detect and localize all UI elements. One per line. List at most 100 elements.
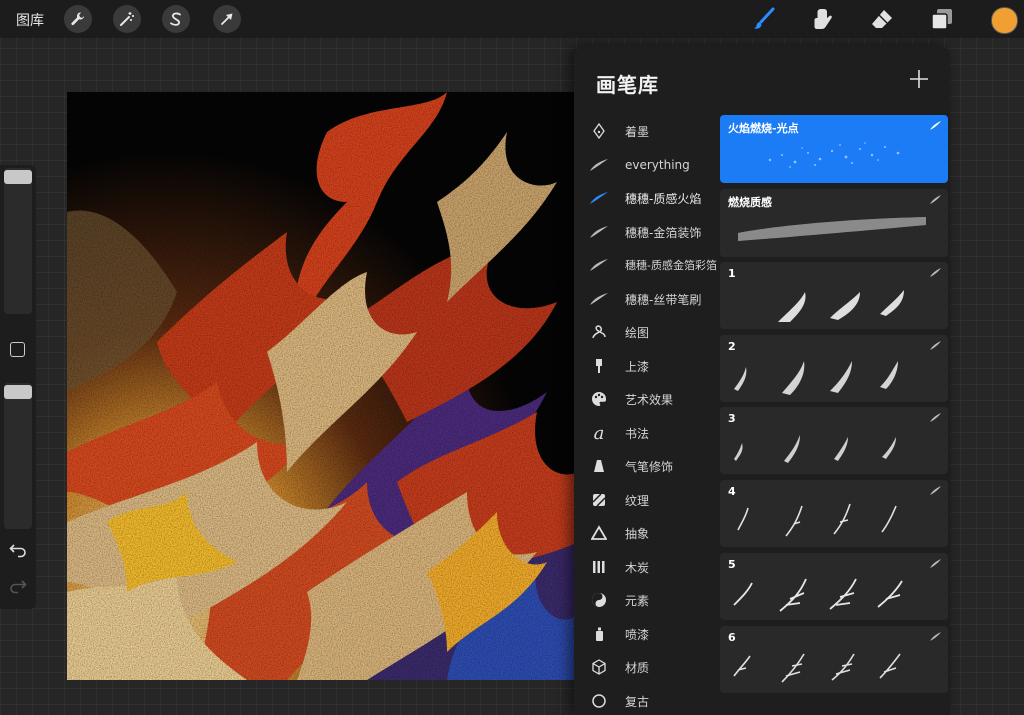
layers-icon [931,9,952,30]
eraser-icon [872,10,892,28]
category-elements[interactable]: 元素 [588,585,723,615]
category-calligraphy[interactable]: a 书法 [588,418,723,448]
actions-button[interactable] [64,5,92,33]
brush-card-5[interactable]: 5 [720,553,948,620]
category-everything[interactable]: everything [588,150,723,180]
color-picker-button[interactable] [991,7,1018,34]
eraser-tool-button[interactable] [870,7,894,31]
left-sidebar [0,165,36,609]
category-label: 穗穗-丝带笔刷 [625,292,702,307]
category-materials[interactable]: 材质 [588,652,723,682]
brush-stroke-mini-icon [930,195,941,204]
brush-name: 4 [728,485,736,498]
brush-name: 3 [728,412,736,425]
category-suisui-gold-deco[interactable]: 穗穗-金箔装饰 [588,217,723,247]
stroke-swoosh-icon [588,288,610,310]
brush-size-slider[interactable] [4,168,32,314]
redo-arrow-icon[interactable] [9,578,27,594]
drawing-loop-icon [588,321,610,343]
category-label: 纹理 [625,493,650,508]
brush-card-4[interactable]: 4 [720,480,948,547]
category-label: 绘图 [625,325,650,340]
category-label: everything [625,158,690,172]
brush-card-flame-sparks[interactable]: 火焰燃烧-光点 [720,115,948,183]
brush-name: 1 [728,267,736,280]
category-label: 复古 [625,694,650,709]
flame-artwork [67,92,578,680]
brush-stroke-preview [734,361,898,395]
airbrush-icon [588,455,610,477]
brush-card-6[interactable]: 6 [720,626,948,693]
transform-button[interactable] [213,5,241,33]
selection-s-icon [170,12,181,26]
brush-card-burning-texture[interactable]: 燃烧质感 [720,189,948,257]
brush-card-3[interactable]: 3 [720,407,948,474]
triangle-icon [588,522,610,544]
stroke-swoosh-icon [588,187,610,209]
category-suisui-flame[interactable]: 穗穗-质感火焰 [588,183,723,213]
selection-button[interactable] [162,5,190,33]
category-label: 书法 [625,426,650,441]
brush-library-title: 画笔库 [596,73,659,97]
square-modify-icon[interactable] [10,342,25,357]
palette-icon [588,388,610,410]
brush-card-1[interactable]: 1 [720,262,948,329]
yin-yang-icon [588,589,610,611]
category-retro[interactable]: 复古 [588,686,723,715]
brush-tool-button[interactable] [752,7,776,31]
category-artistic[interactable]: 艺术效果 [588,384,723,414]
calligraphy-a-icon: a [593,422,605,444]
category-drawing[interactable]: 绘图 [588,317,723,347]
category-suisui-gold-foil[interactable]: 穗穗-质感金箔彩箔 [588,250,723,280]
category-inking[interactable]: 着墨 [588,116,723,146]
category-label: 气笔修饰 [625,459,674,474]
inking-nib-icon [588,120,610,142]
brush-stroke-mini-icon [930,413,941,422]
brush-name: 火焰燃烧-光点 [728,122,799,135]
brush-library-panel: 画笔库 着墨 everything 穗穗-质感火焰 穗穗-金箔装饰 穗穗-质感金… [574,46,950,715]
category-painting[interactable]: 上漆 [588,351,723,381]
brush-stroke-mini-icon [930,121,941,130]
category-spray[interactable]: 喷漆 [588,619,723,649]
cube-icon [588,656,610,678]
stroke-swoosh-icon [588,154,610,176]
category-airbrush[interactable]: 气笔修饰 [588,451,723,481]
category-suisui-ribbon[interactable]: 穗穗-丝带笔刷 [588,284,723,314]
opacity-slider[interactable] [4,383,32,529]
paint-brush-icon [588,355,610,377]
brush-stroke-mini-icon [930,559,941,568]
plus-icon[interactable] [908,68,930,90]
category-texture[interactable]: 纹理 [588,485,723,515]
top-toolbar: 图库 [0,0,1024,38]
category-charcoal[interactable]: 木炭 [588,552,723,582]
layers-tool-button[interactable] [930,7,954,31]
artwork-canvas[interactable] [67,92,578,680]
smudge-tool-button[interactable] [811,7,835,31]
size-slider-icon[interactable] [4,170,32,184]
undo-arrow-icon[interactable] [9,542,27,558]
spray-can-icon [588,623,610,645]
brush-stroke-mini-icon [930,268,941,277]
category-label: 抽象 [625,526,650,541]
stroke-swoosh-icon [588,221,610,243]
brush-card-2[interactable]: 2 [720,335,948,402]
brush-stroke-preview [778,290,904,322]
charcoal-bars-icon [588,556,610,578]
gallery-button[interactable]: 图库 [16,10,44,30]
adjustments-button[interactable] [113,5,141,33]
category-label: 元素 [625,593,650,608]
category-label: 木炭 [625,560,650,575]
brush-name: 燃烧质感 [728,196,772,209]
category-label: 艺术效果 [625,392,674,407]
brush-name: 6 [728,631,736,644]
opacity-slider-icon[interactable] [4,385,32,399]
category-abstract[interactable]: 抽象 [588,518,723,548]
category-label: 材质 [625,660,650,675]
texture-hatch-icon [588,489,610,511]
category-label: 着墨 [625,124,650,139]
category-label: 穗穗-质感火焰 [625,191,702,206]
category-label: 上漆 [625,359,650,374]
paintbrush-icon [754,7,775,29]
brush-stroke-mini-icon [930,486,941,495]
arrow-cursor-icon [221,13,233,25]
